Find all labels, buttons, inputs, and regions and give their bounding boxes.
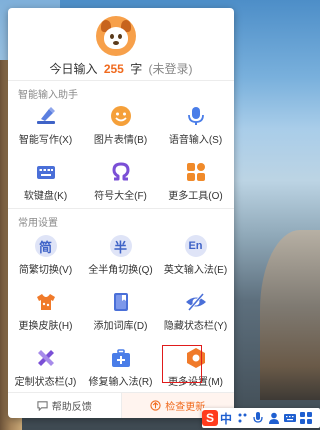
keyboard-icon [36,166,55,179]
smart-write-button[interactable]: 智能写作(X) [8,104,83,150]
change-skin-label: 更换皮肤(H) [18,321,73,332]
voice-input-button[interactable]: 语音输入(S) [158,104,233,150]
sogou-logo-icon: S [202,410,218,426]
section-title-smart-input: 智能输入助手 [18,90,78,101]
smiley-icon [110,106,131,126]
english-input-label: 英文输入法(E) [163,265,228,276]
symbols-label: 符号大全(F) [94,191,147,202]
change-skin-button[interactable]: 更换皮肤(H) [8,290,83,336]
symbols-button[interactable]: 符号大全(F) [83,160,158,206]
customize-status-bar-label: 定制状态栏(J) [14,377,77,388]
divider [8,80,234,81]
check-update-label: 检查更新 [165,402,206,413]
image-emoji-label: 图片表情(B) [93,135,148,146]
microphone-icon [253,412,263,423]
full-half-width-label: 全半角切换(Q) [88,265,153,276]
smart-write-label: 智能写作(X) [18,135,73,146]
stats-prefix: 今日输入 [49,62,98,76]
highlight-box [162,345,202,383]
image-emoji-button[interactable]: 图片表情(B) [83,104,158,150]
repair-ime-label: 修复输入法(R) [88,377,153,388]
voice-button[interactable] [250,408,266,428]
smart-write-icon [36,107,55,124]
ime-status-bar: S 中 [202,408,320,428]
chat-bubble-icon [37,401,48,411]
soft-keyboard-button[interactable]: 软键盘(K) [8,160,83,206]
section-title-common-settings: 常用设置 [18,218,58,229]
repair-ime-button[interactable]: 修复输入法(R) [83,346,158,392]
simplified-glyph-icon: 简 [34,235,57,257]
today-input-stats: 今日输入 255 字 (未登录) [8,60,234,77]
sogou-logo-button[interactable]: S [202,408,218,428]
user-button[interactable] [266,408,282,428]
microphone-icon [187,107,204,125]
keyboard-button[interactable] [282,408,298,428]
soft-keyboard-label: 软键盘(K) [23,191,68,202]
toolbox-grid-icon [300,412,312,424]
help-feedback-label: 帮助反馈 [51,402,92,413]
simplified-traditional-label: 简繁切换(V) [18,265,73,276]
customize-status-bar-button[interactable]: 定制状态栏(J) [8,346,83,392]
english-input-toggle[interactable]: En 英文输入法(E) [158,234,233,280]
more-tools-label: 更多工具(O) [168,191,223,202]
more-tools-button[interactable]: 更多工具(O) [158,160,233,206]
input-count: 255 [103,62,124,76]
hide-status-bar-button[interactable]: 隐藏状态栏(Y) [158,290,233,336]
update-icon [150,400,161,411]
ime-tools-menu: 今日输入 255 字 (未登录) 智能输入助手 智能写作(X) 图片表情(B) [8,8,234,418]
punctuation-icon [238,413,247,423]
desktop-background-rock-right [260,230,320,400]
toolbox-icon [111,349,130,367]
english-glyph-icon: En [184,235,207,257]
add-dictionary-button[interactable]: 添加词库(D) [83,290,158,336]
menu-footer: 帮助反馈 检查更新 [8,392,234,418]
voice-input-label: 语音输入(S) [168,135,223,146]
simplified-traditional-toggle[interactable]: 简 简繁切换(V) [8,234,83,280]
stats-unit: 字 [130,62,143,76]
user-avatar[interactable] [96,16,136,56]
full-half-width-toggle[interactable]: 半 全半角切换(Q) [83,234,158,280]
ruler-pencil-icon [37,350,54,366]
omega-icon [112,162,129,181]
hide-status-bar-label: 隐藏状态栏(Y) [163,321,228,332]
user-icon [269,412,279,424]
login-status[interactable]: (未登录) [149,62,193,76]
help-feedback-button[interactable]: 帮助反馈 [8,393,121,418]
eye-hidden-icon [185,293,206,311]
add-dictionary-label: 添加词库(D) [93,321,148,332]
half-width-glyph-icon: 半 [109,235,132,257]
toolbox-button[interactable] [298,408,314,428]
language-mode-label: 中 [219,411,232,426]
shirt-icon [36,294,55,310]
divider [8,208,234,209]
keyboard-icon [284,414,296,422]
punctuation-toggle[interactable] [234,408,250,428]
book-icon [113,293,128,311]
language-mode-toggle[interactable]: 中 [218,408,234,428]
grid-icon [186,163,205,181]
